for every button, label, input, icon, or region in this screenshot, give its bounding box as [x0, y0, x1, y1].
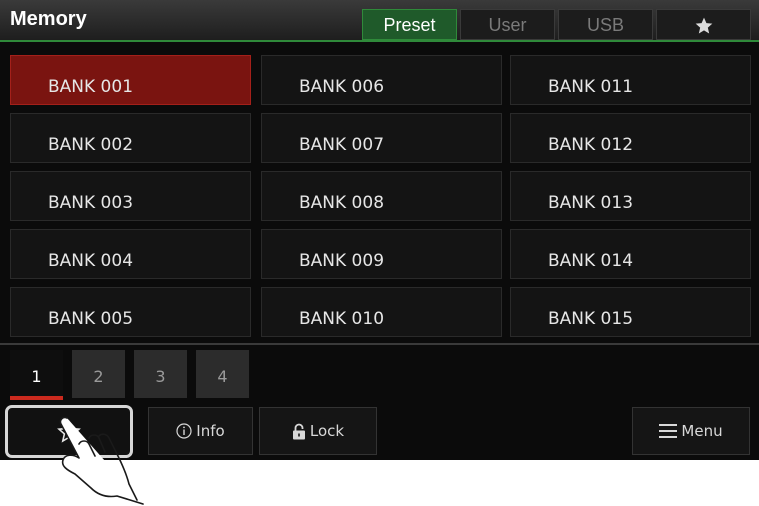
bank-001-button[interactable]: BANK 001 [10, 55, 251, 105]
bank-003-button[interactable]: BANK 003 [10, 171, 251, 221]
info-button[interactable]: Info [148, 407, 253, 455]
info-icon [176, 423, 192, 439]
lock-button[interactable]: Lock [259, 407, 377, 455]
bank-014-button[interactable]: BANK 014 [510, 229, 751, 279]
memory-screen: Memory Preset User USB BANK 001 BANK 002… [0, 0, 759, 460]
info-label: Info [196, 422, 225, 440]
bank-005-button[interactable]: BANK 005 [10, 287, 251, 337]
bank-004-button[interactable]: BANK 004 [10, 229, 251, 279]
bank-010-button[interactable]: BANK 010 [261, 287, 502, 337]
bank-011-button[interactable]: BANK 011 [510, 55, 751, 105]
bank-013-button[interactable]: BANK 013 [510, 171, 751, 221]
bank-007-button[interactable]: BANK 007 [261, 113, 502, 163]
bank-008-button[interactable]: BANK 008 [261, 171, 502, 221]
menu-label: Menu [681, 422, 723, 440]
tab-preset[interactable]: Preset [362, 9, 457, 40]
lock-icon [292, 423, 305, 439]
menu-icon [659, 424, 678, 438]
page-title: Memory [10, 8, 87, 30]
bank-006-button[interactable]: BANK 006 [261, 55, 502, 105]
bank-015-button[interactable]: BANK 015 [510, 287, 751, 337]
page-3-button[interactable]: 3 [134, 350, 187, 398]
bank-012-button[interactable]: BANK 012 [510, 113, 751, 163]
divider [0, 343, 759, 345]
tab-usb[interactable]: USB [558, 9, 653, 40]
bank-009-button[interactable]: BANK 009 [261, 229, 502, 279]
title-bar: Memory Preset User USB [0, 0, 759, 42]
pointing-hand-icon [59, 416, 144, 505]
star-icon [695, 17, 712, 34]
lock-label: Lock [309, 422, 345, 440]
page-4-button[interactable]: 4 [196, 350, 249, 398]
tab-favorites[interactable] [656, 9, 751, 40]
bank-002-button[interactable]: BANK 002 [10, 113, 251, 163]
page-2-button[interactable]: 2 [72, 350, 125, 398]
menu-button[interactable]: Menu [632, 407, 750, 455]
tab-user[interactable]: User [460, 9, 555, 40]
page-1-button[interactable]: 1 [10, 350, 63, 400]
